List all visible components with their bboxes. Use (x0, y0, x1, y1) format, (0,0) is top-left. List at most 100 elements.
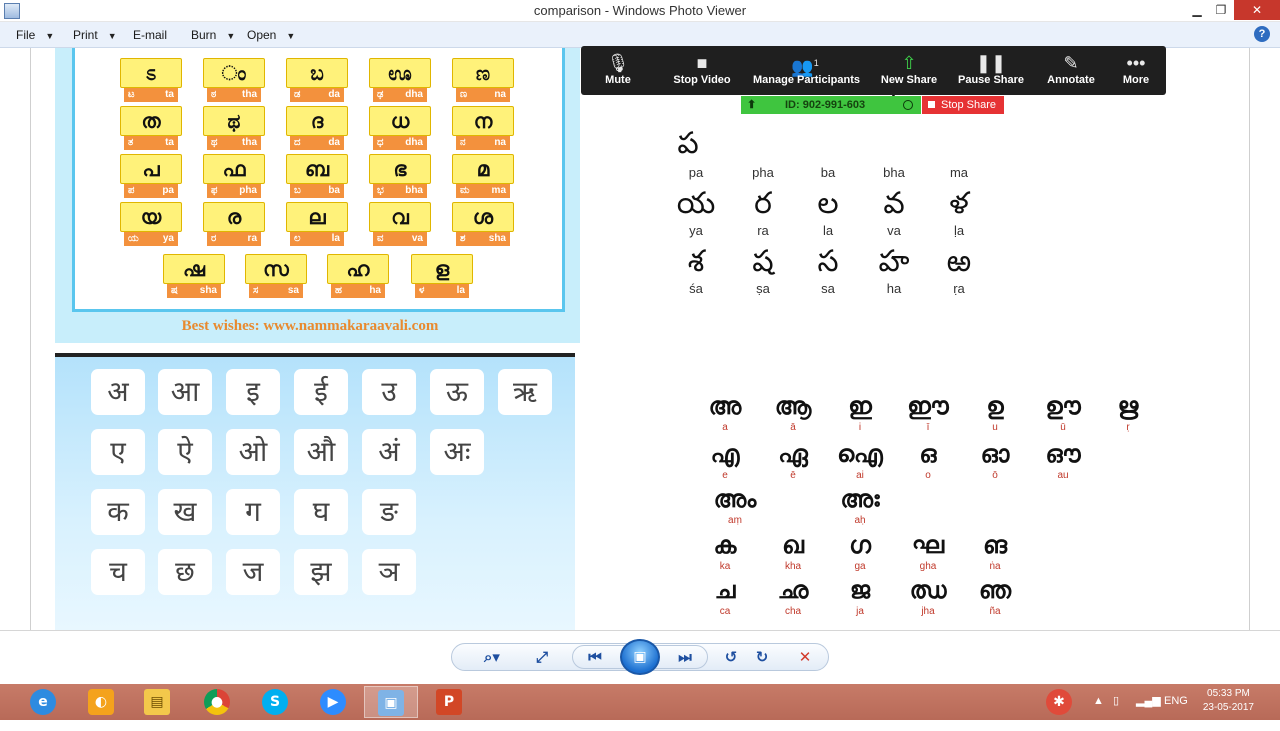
kannada-letter-translit: ta (165, 137, 174, 148)
kannada-letter-glyph: ഷ (163, 254, 225, 284)
kannada-letter-translit: tha (242, 89, 257, 100)
telugu-translit: pha (752, 165, 774, 180)
kannada-letter-card: ಂ ಠ tha (203, 58, 265, 104)
kannada-letter-label: ಥ tha (207, 136, 261, 150)
malayalam-glyph: ഔ (1045, 440, 1081, 468)
stop-video-button[interactable]: ■ Stop Video (669, 46, 735, 95)
app-icon: ◐ (88, 689, 114, 715)
meeting-info-icon[interactable] (903, 100, 913, 110)
telugu-glyph: య (676, 186, 716, 221)
malayalam-translit: ē (790, 470, 796, 481)
kannada-letter-card: ಽ ಟ ta (120, 58, 182, 104)
kannada-letter-card: ര ರ ra (203, 202, 265, 248)
maximize-button[interactable]: ❐ (1207, 0, 1235, 20)
more-button[interactable]: ••• More (1118, 46, 1154, 95)
power-icon[interactable]: ▯ (1113, 694, 1119, 730)
kannada-letter-translit: dha (405, 137, 423, 148)
close-button[interactable]: ✕ (1234, 0, 1280, 20)
malayalam-glyph: ഋ (1117, 392, 1139, 420)
tray-app-icon: ✱ (1046, 689, 1072, 715)
kannada-letter-small: ಡ (294, 89, 301, 100)
rotate-counterclockwise-icon[interactable]: ↺ (719, 646, 743, 668)
taskbar-explorer[interactable]: ▤ (130, 686, 184, 718)
kannada-letter-small: ರ (211, 233, 217, 244)
chevron-down-icon: ▼ (226, 31, 236, 41)
actual-size-icon[interactable]: ⤢ (530, 646, 554, 668)
system-clock[interactable]: 05:33 PM 23-05-2017 (1203, 687, 1254, 715)
taskbar-ie[interactable]: e (16, 686, 70, 718)
taskbar-chrome[interactable]: ● (190, 686, 244, 718)
devanagari-letter-tile: इ (226, 369, 280, 415)
malayalam-glyph: ആ (774, 392, 812, 420)
kannada-letter-card: പ ಪ pa (120, 154, 182, 200)
malayalam-glyph: അ (708, 392, 742, 420)
participants-icon: 👥1 (753, 46, 857, 77)
telugu-translit: ra (757, 223, 769, 238)
menu-burn[interactable]: Burn ▼ (191, 28, 235, 42)
malayalam-translit: aḥ (854, 515, 866, 526)
pause-share-button[interactable]: ❚❚ Pause Share (958, 46, 1024, 95)
network-icon[interactable]: ▂▄▆ (1136, 694, 1161, 730)
manage-participants-button[interactable]: 👥1 Manage Participants (753, 46, 860, 95)
taskbar-photo-viewer[interactable]: ▣ (364, 686, 418, 718)
menu-email[interactable]: E-mail (133, 28, 167, 42)
previous-icon[interactable]: ⏮ (583, 646, 607, 668)
meeting-id-bar[interactable]: ⬆ ID: 902-991-603 (741, 96, 921, 114)
malayalam-translit: aṃ (728, 515, 742, 526)
zoom-icon[interactable]: ⌕▾ (476, 646, 508, 668)
devanagari-letter-tile: ओ (226, 429, 280, 475)
menu-open[interactable]: Open ▼ (247, 28, 295, 42)
menu-file[interactable]: File ▼ (16, 28, 54, 42)
devanagari-letter-tile: घ (294, 489, 348, 535)
taskbar-zoom[interactable]: ▶ (306, 686, 360, 718)
chevron-down-icon: ▼ (107, 31, 117, 41)
devanagari-letter-tile: ग (226, 489, 280, 535)
show-hidden-icons[interactable]: ▲ (1093, 695, 1104, 731)
malayalam-translit: ca (719, 606, 731, 617)
mute-button[interactable]: 🎙 Mute (595, 46, 641, 95)
malayalam-glyph: ഞ (978, 576, 1012, 604)
annotate-button[interactable]: ✎ Annotate (1043, 46, 1099, 95)
new-share-button[interactable]: ⇧ New Share (878, 46, 940, 95)
menu-email-label: E-mail (133, 28, 168, 42)
telugu-glyph: వ (883, 186, 905, 221)
taskbar-powerpoint[interactable]: P (422, 686, 476, 718)
kannada-letter-glyph: ദ (286, 106, 348, 136)
kannada-letter-label: ಡ da (290, 88, 344, 102)
window-title: comparison - Windows Photo Viewer (533, 3, 747, 18)
kannada-letter-label: ದ da (290, 136, 344, 150)
malayalam-glyph: ഇ (848, 392, 872, 420)
telugu-glyph: శ (687, 244, 705, 279)
kannada-letter-label: ಸ sa (249, 284, 303, 298)
kannada-letter-glyph: യ (120, 202, 182, 232)
kannada-letter-label: ಳ la (415, 284, 469, 298)
taskbar-tray-app[interactable]: ✱ (1032, 686, 1086, 718)
taskbar-app-2[interactable]: ◐ (74, 686, 128, 718)
delete-icon[interactable]: ✕ (793, 646, 817, 668)
next-icon[interactable]: ⏭ (673, 646, 697, 668)
telugu-glyph: ల (817, 186, 839, 221)
kannada-letter-card: ಣ ಣ na (452, 58, 514, 104)
kannada-letter-glyph: ള (411, 254, 473, 284)
help-icon[interactable]: ? (1254, 26, 1270, 42)
pencil-icon: ✎ (1063, 53, 1079, 73)
kannada-letter-label: ಶ sha (456, 232, 510, 246)
kannada-letter-small: ಮ (460, 185, 470, 196)
image-canvas[interactable]: ಽ ಟ taಂ ಠ tha ಬ ಡ da ಊ ಢ dha ಣ ಣ na ത ತ ta ಥ ಥ tha ദ ದ da ധ ಧ dha… (0, 48, 1280, 630)
telugu-translit: ba (820, 165, 836, 180)
taskbar-skype[interactable]: S (248, 686, 302, 718)
slideshow-button[interactable]: ▣ (620, 639, 660, 675)
malayalam-translit: jha (921, 606, 935, 617)
kannada-letter-translit: pa (162, 185, 174, 196)
telugu-glyph: ఱ (946, 244, 972, 279)
malayalam-glyph: അഃ (840, 485, 880, 513)
menu-print[interactable]: Print ▼ (73, 28, 117, 42)
malayalam-translit: ga (854, 561, 866, 572)
meeting-id: ID: 902-991-603 (785, 99, 866, 111)
malayalam-glyph: ഛ (777, 576, 809, 604)
malayalam-glyph: ങ (982, 531, 1008, 559)
language-indicator[interactable]: ENG (1164, 695, 1188, 731)
kannada-letter-label: ರ ra (207, 232, 261, 246)
rotate-clockwise-icon[interactable]: ↻ (750, 646, 774, 668)
stop-share-button[interactable]: Stop Share (922, 96, 1004, 114)
